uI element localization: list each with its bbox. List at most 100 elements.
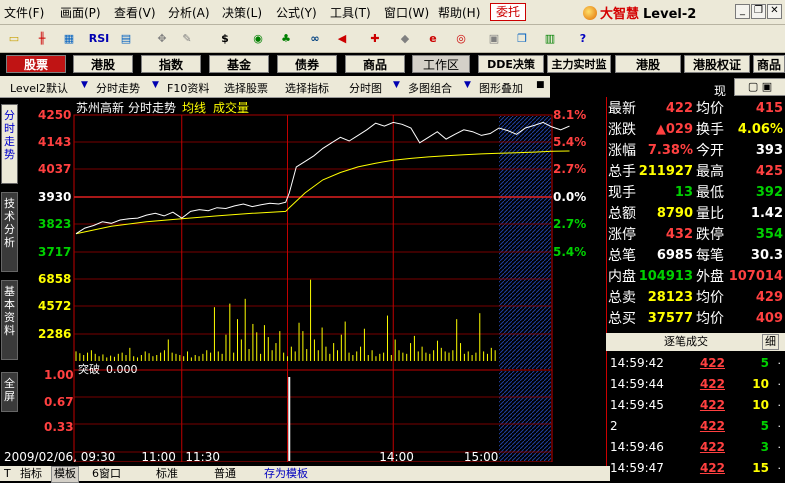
tab-commodity[interactable]: 商品 — [345, 55, 405, 73]
trade-volume: 3 — [760, 440, 769, 454]
tab-fund[interactable]: 基金 — [209, 55, 269, 73]
menu-screen[interactable]: 画面(P) — [60, 4, 101, 21]
tab-commodity-2[interactable]: 商品 — [753, 55, 785, 73]
menu-tools[interactable]: 工具(T) — [330, 4, 371, 21]
tab-hk-2[interactable]: 港股 — [615, 55, 681, 73]
menu-help[interactable]: 帮助(H) — [438, 4, 480, 21]
trade-price[interactable]: 422 — [700, 395, 725, 416]
price-tick: 4037 — [38, 162, 71, 176]
price-line — [75, 121, 570, 235]
bottom-tab-standard[interactable]: 标准 — [156, 466, 178, 481]
panel-expand-icon[interactable]: ▢ ▣ — [734, 78, 785, 96]
quote-label: 均价 — [696, 290, 724, 306]
close-icon[interactable]: ✕ — [767, 4, 782, 19]
timeshare-select[interactable]: 分时走势 — [96, 80, 140, 96]
trades-title: 逐笔成交 — [664, 335, 708, 348]
indicator-tick: 1.00 — [44, 368, 74, 382]
note-icon[interactable]: ▣ — [485, 30, 503, 47]
select-stock-button[interactable]: 选择股票 — [224, 80, 268, 96]
indicator-axis: 1.00 0.67 0.33 — [44, 368, 74, 434]
rsi-icon[interactable]: RSI — [87, 30, 111, 47]
layout-select[interactable]: Level2默认 — [10, 80, 68, 96]
percent-tick: 0.0% — [553, 190, 586, 204]
trade-price[interactable]: 422 — [700, 416, 725, 437]
menu-decision[interactable]: 决策(L) — [222, 4, 262, 21]
tab-dde[interactable]: DDE决策 — [478, 55, 544, 73]
trade-price[interactable]: 422 — [700, 437, 725, 458]
tab-main-monitor[interactable]: 主力实时监控 — [547, 55, 611, 73]
bottom-tab-normal[interactable]: 普通 — [214, 466, 236, 481]
table-icon[interactable]: ▦ — [60, 30, 78, 47]
megaphone-icon[interactable]: ◀ — [333, 30, 351, 47]
bottom-tab-save-template[interactable]: 存为模板 — [264, 466, 308, 481]
tab-index[interactable]: 指数 — [141, 55, 201, 73]
overlay-button[interactable]: 图形叠加 — [479, 80, 523, 96]
kline-icon[interactable]: ╫ — [33, 30, 51, 47]
chevron-down-icon[interactable]: ▼ — [393, 80, 400, 90]
quote-row: 总手 211927 最高 425 — [606, 162, 785, 182]
trades-detail-button[interactable]: 细 — [762, 334, 779, 350]
news-icon[interactable]: ✚ — [366, 30, 384, 47]
restore-icon[interactable]: ❐ — [751, 4, 766, 19]
globe-icon[interactable]: ◎ — [452, 30, 470, 47]
lock-icon[interactable]: ■ — [536, 80, 545, 90]
help-icon[interactable]: ? — [574, 30, 592, 47]
quote-label: 总额 — [608, 206, 636, 222]
entrust-button[interactable]: 委托 — [490, 3, 526, 21]
multi-chart-button[interactable]: 多图组合 — [408, 80, 452, 96]
menu-analysis[interactable]: 分析(A) — [168, 4, 210, 21]
quote-value: ▲029 — [655, 122, 693, 137]
brand-level: Level-2 — [643, 7, 697, 22]
sub-toolbar: Level2默认 ▼ 分时走势 ▼ F10资料 选择股票 选择指标 分时图 ▼ … — [0, 76, 550, 98]
ie-icon[interactable]: e — [424, 30, 442, 47]
bottom-tab-indicator[interactable]: 指标 — [20, 466, 42, 481]
quote-label: 涨跌 — [608, 122, 636, 138]
trade-row: 14:59:46 422 3 · — [606, 437, 785, 458]
diamond-icon[interactable]: ◆ — [396, 30, 414, 47]
bottom-tab-template[interactable]: 模板 — [51, 466, 79, 483]
menu-view[interactable]: 查看(V) — [114, 4, 156, 21]
trade-price[interactable]: 422 — [700, 374, 725, 395]
tab-hk-warrant[interactable]: 港股权证 — [684, 55, 750, 73]
trade-price[interactable]: 422 — [700, 353, 725, 374]
menu-file[interactable]: 文件(F) — [4, 4, 44, 21]
trade-time: 14:59:47 — [610, 461, 664, 475]
tab-bond[interactable]: 债券 — [277, 55, 337, 73]
minimize-icon[interactable]: _ — [735, 4, 750, 19]
intraday-chart[interactable]: 苏州高新 分时走势 均线 成交量 4250 4143 4037 3930 3823 371… — [0, 97, 610, 462]
toolbar: ▭ ╫ ▦ RSI ▤ ✥ ✎ $ ◉ ♣ ∞ ◀ ✚ ◆ e ◎ ▣ ❐ ▥ … — [0, 25, 785, 53]
vol-label: 成交量 — [213, 100, 249, 115]
ruler-icon[interactable]: ✎ — [178, 30, 196, 47]
chevron-down-icon[interactable]: ▼ — [81, 80, 88, 90]
select-indicator-button[interactable]: 选择指标 — [285, 80, 329, 96]
tab-workspace[interactable]: 工作区 — [412, 55, 470, 73]
dollar-icon[interactable]: $ — [216, 30, 234, 47]
open-icon[interactable]: ▭ — [5, 30, 23, 47]
quote-label: 均价 — [696, 101, 724, 117]
grid-icon[interactable]: ▤ — [117, 30, 135, 47]
quote-row: 总卖 28123 均价 429 — [606, 288, 785, 308]
bottom-tab-6window[interactable]: 6窗口 — [92, 466, 121, 481]
trade-flag: · — [777, 441, 782, 454]
chevron-down-icon[interactable]: ▼ — [464, 80, 471, 90]
trade-price[interactable]: 422 — [700, 458, 725, 479]
bottom-tab-t[interactable]: T — [4, 466, 11, 481]
move-icon[interactable]: ✥ — [153, 30, 171, 47]
binoculars-icon[interactable]: ∞ — [306, 30, 324, 47]
quote-label: 外盘 — [696, 269, 724, 285]
f10-button[interactable]: F10资料 — [167, 80, 209, 96]
tab-hk[interactable]: 港股 — [73, 55, 133, 73]
quote-value: 8790 — [656, 206, 693, 221]
tab-stock[interactable]: 股票 — [6, 55, 66, 73]
avg-price-line — [75, 150, 570, 235]
tree-icon[interactable]: ♣ — [277, 30, 295, 47]
window-icon[interactable]: ❐ — [513, 30, 531, 47]
books-icon[interactable]: ▥ — [541, 30, 559, 47]
timeshare-chart-button[interactable]: 分时图 — [349, 80, 382, 96]
quote-label: 今开 — [696, 143, 724, 159]
menu-formula[interactable]: 公式(Y) — [276, 4, 317, 21]
chevron-down-icon[interactable]: ▼ — [152, 80, 159, 90]
menu-window[interactable]: 窗口(W) — [384, 4, 429, 21]
eye-icon[interactable]: ◉ — [247, 30, 269, 47]
quote-mode[interactable]: 现 — [714, 82, 726, 99]
